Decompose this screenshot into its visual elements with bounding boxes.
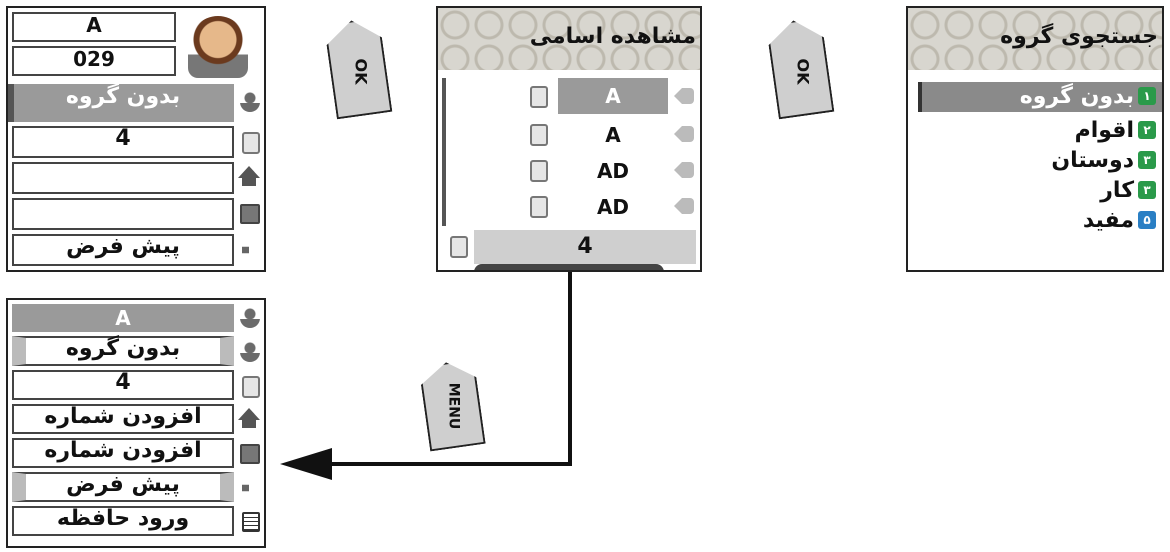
row-2-tag-icon [674,126,694,142]
speaker-icon [242,242,260,258]
name-row-3[interactable]: AD [558,154,668,188]
ok-key-2-label: OK [793,58,813,85]
name-row-2[interactable]: A [558,118,668,152]
home-icon [238,408,260,428]
connector-horizontal [330,462,572,466]
row-3-phone-icon [530,160,548,182]
phone-field[interactable]: 4 [12,126,234,158]
scrollbar[interactable] [918,82,922,112]
group-field[interactable]: بدون گروه [12,84,234,122]
group-item-label: بدون گروه [1019,83,1134,109]
contact-detail-screen: A 029 بدون گروه 4 پیش فرض [6,6,266,272]
contact-number-field[interactable]: 029 [12,46,176,76]
group-icon [240,342,260,362]
mobile-icon [242,132,260,154]
row-1-phone-icon [530,86,548,108]
view-names-screen: مشاهده اسامی A A AD AD 4 [436,6,702,272]
group-item-label: دوستان [1051,147,1134,173]
number-3-icon: ۳ [1138,151,1156,169]
name-row-1[interactable]: A [558,78,668,114]
home-number-field[interactable] [12,162,234,194]
ringtone-field[interactable]: پیش فرض [12,234,234,266]
memory-entry-field[interactable]: ورود حافظه [12,506,234,536]
row-3-tag-icon [674,162,694,178]
office-number-field[interactable] [12,198,234,230]
office-icon [240,204,260,224]
bottom-softkey-bar [474,264,664,270]
group-item-friends[interactable]: ۳ دوستان [1051,146,1156,174]
number-bar: 4 [474,230,696,264]
add-office-number-field[interactable]: افزودن شماره [12,438,234,468]
edit-group-field[interactable]: بدون گروه [12,336,234,366]
connector-arrowhead [280,448,332,480]
group-item-work[interactable]: ۳ کار [1100,176,1156,204]
edit-phone-field[interactable]: 4 [12,370,234,400]
group-item-no-group[interactable]: ۱ بدون گروه [1020,82,1156,110]
ok-key-1-label: OK [351,58,371,85]
row-1-tag-icon [674,88,694,104]
number-5-icon: ۵ [1138,211,1156,229]
edit-menu-screen: A بدون گروه 4 افزودن شماره افزودن شماره … [6,298,266,548]
group-item-label: کار [1100,177,1134,203]
number-phone-icon [450,236,468,258]
view-names-title: مشاهده اسامی [529,24,696,49]
group-search-screen: جستجوی گروه ۱ بدون گروه ۲ اقوام ۳ دوستان… [906,6,1164,272]
home-icon [238,166,260,186]
menu-key-label: MENU [445,382,462,430]
mobile-icon [242,376,260,398]
selection-indicator [8,84,14,122]
group-item-label: اقوام [1074,117,1134,143]
connector-vertical [568,272,572,466]
edit-name-field[interactable]: A [12,304,234,332]
person-icon [240,308,260,328]
group-icon [240,92,260,112]
group-item-useful[interactable]: ۵ مفید [1083,206,1156,234]
number-2-icon: ۲ [1138,121,1156,139]
row-2-phone-icon [530,124,548,146]
office-icon [240,444,260,464]
group-item-label: مفید [1082,207,1134,233]
edit-ringtone-field[interactable]: پیش فرض [12,472,234,502]
number-4-icon: ۳ [1138,181,1156,199]
row-4-phone-icon [530,196,548,218]
avatar [188,16,248,78]
group-item-relatives[interactable]: ۲ اقوام [1075,116,1156,144]
add-home-number-field[interactable]: افزودن شماره [12,404,234,434]
scrollbar[interactable] [442,78,446,226]
memo-icon [242,512,260,532]
row-4-tag-icon [674,198,694,214]
group-search-title: جستجوی گروه [1000,24,1158,49]
contact-name-field[interactable]: A [12,12,176,42]
number-1-icon: ۱ [1138,87,1156,105]
name-row-4[interactable]: AD [558,190,668,224]
speaker-icon [242,480,260,496]
